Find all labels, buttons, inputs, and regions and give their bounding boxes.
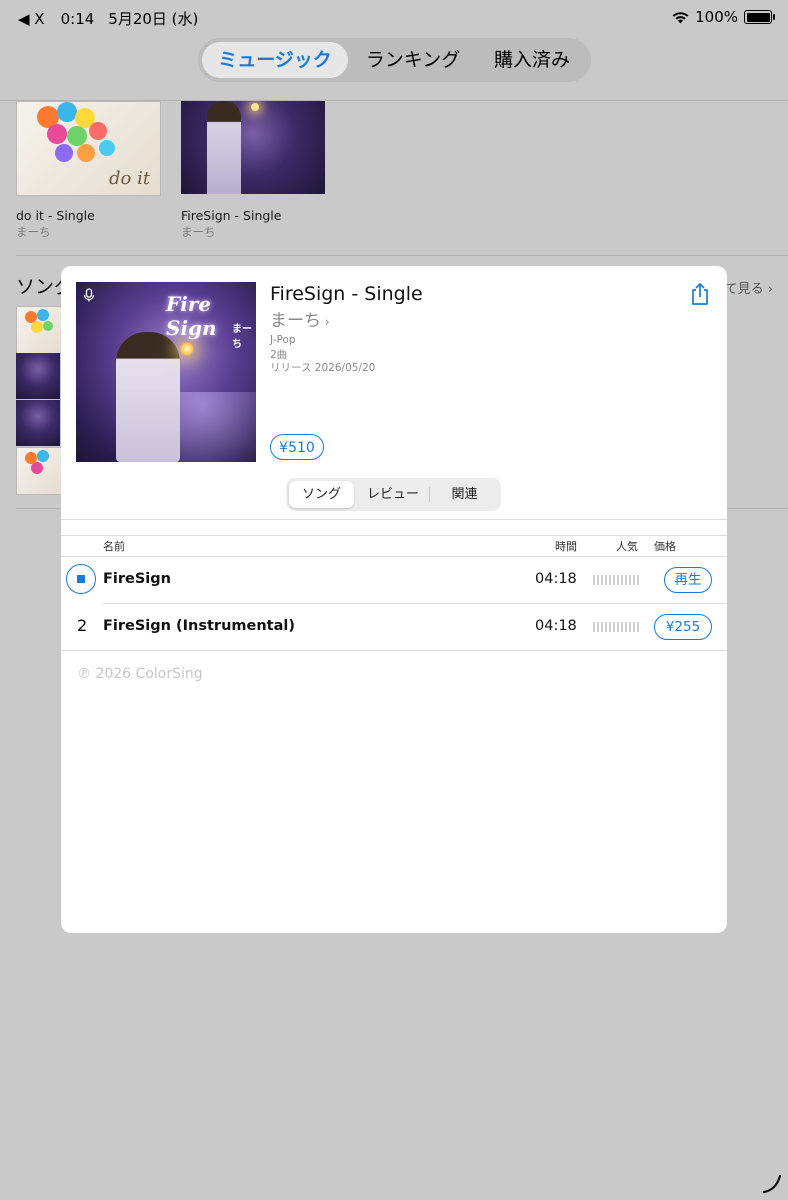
pencil-hover-icon: [762, 1174, 782, 1194]
album-title[interactable]: FireSign - Single: [181, 208, 281, 223]
genre: J-Pop: [270, 334, 296, 346]
chevron-right-icon: ›: [321, 315, 330, 329]
column-header-popularity[interactable]: 人気: [616, 538, 638, 554]
album-title: FireSign - Single: [270, 283, 423, 305]
song-thumb[interactable]: [16, 353, 60, 399]
buy-album-button[interactable]: ¥510: [270, 434, 324, 460]
wifi-icon: [672, 11, 689, 23]
track-number: 2: [77, 616, 88, 635]
album-artist[interactable]: まーち: [16, 224, 51, 240]
song-thumb[interactable]: [16, 400, 60, 446]
cover-text: do it: [109, 168, 151, 189]
microphone-icon: [83, 288, 95, 302]
copyright: ℗ 2026 ColorSing: [77, 666, 203, 682]
album-cover-firesign[interactable]: [181, 101, 325, 194]
column-header-price[interactable]: 価格: [654, 538, 676, 554]
stop-button[interactable]: [66, 564, 96, 594]
column-header-name[interactable]: 名前: [103, 538, 125, 554]
tab-ranking[interactable]: ランキング: [354, 42, 472, 78]
album-artwork: Fire Sign まーち: [76, 282, 256, 462]
release-date: リリース 2026/05/20: [270, 362, 376, 374]
track-time: 04:18: [535, 571, 577, 587]
track-name: FireSign (Instrumental): [103, 618, 295, 634]
tab-songs[interactable]: ソング: [289, 481, 354, 508]
buy-track-button[interactable]: ¥255: [654, 614, 712, 640]
section-divider: [16, 255, 788, 256]
stop-icon: [77, 575, 85, 583]
status-time: 0:14: [60, 9, 95, 28]
track-time: 04:18: [535, 618, 577, 634]
status-bar: ◀ X 0:14 5月20日 (水) 100%: [0, 0, 788, 34]
song-thumb[interactable]: [16, 447, 62, 495]
share-icon[interactable]: [689, 282, 711, 306]
artist-link[interactable]: まーち ›: [270, 306, 330, 331]
tab-music[interactable]: ミュージック: [202, 42, 348, 78]
tab-reviews[interactable]: レビュー: [358, 481, 428, 508]
album-artist[interactable]: まーち: [181, 224, 216, 240]
artwork-artist: まーち: [232, 324, 252, 350]
track-name: FireSign: [103, 571, 171, 587]
store-tab-bar: ミュージック ランキング 購入済み: [198, 38, 591, 82]
column-header-time[interactable]: 時間: [555, 538, 577, 554]
battery-icon: [744, 10, 775, 24]
track-row[interactable]: FireSign 04:18 再生: [61, 557, 727, 603]
tab-purchased[interactable]: 購入済み: [478, 42, 586, 78]
song-thumb[interactable]: [16, 306, 62, 354]
track-row[interactable]: 2 FireSign (Instrumental) 04:18 ¥255: [61, 604, 727, 650]
status-date: 5月20日 (水): [108, 10, 199, 28]
back-to-app-button[interactable]: ◀ X: [18, 10, 45, 28]
popularity-meter: [593, 575, 639, 585]
album-cover-do-it[interactable]: do it: [16, 101, 161, 196]
album-title[interactable]: do it - Single: [16, 208, 95, 223]
popularity-meter: [593, 622, 639, 632]
divider: [61, 519, 727, 520]
artist-name: まーち: [270, 311, 321, 331]
divider: [61, 650, 727, 651]
album-detail-modal: Fire Sign まーち FireSign - Single まーち › J-…: [61, 266, 727, 933]
divider: [61, 535, 727, 536]
detail-tabs: ソング レビュー 関連: [286, 478, 501, 511]
battery-percent: 100%: [695, 8, 738, 26]
tab-divider: [429, 487, 430, 502]
tab-related[interactable]: 関連: [431, 481, 498, 508]
play-button[interactable]: 再生: [664, 567, 712, 593]
